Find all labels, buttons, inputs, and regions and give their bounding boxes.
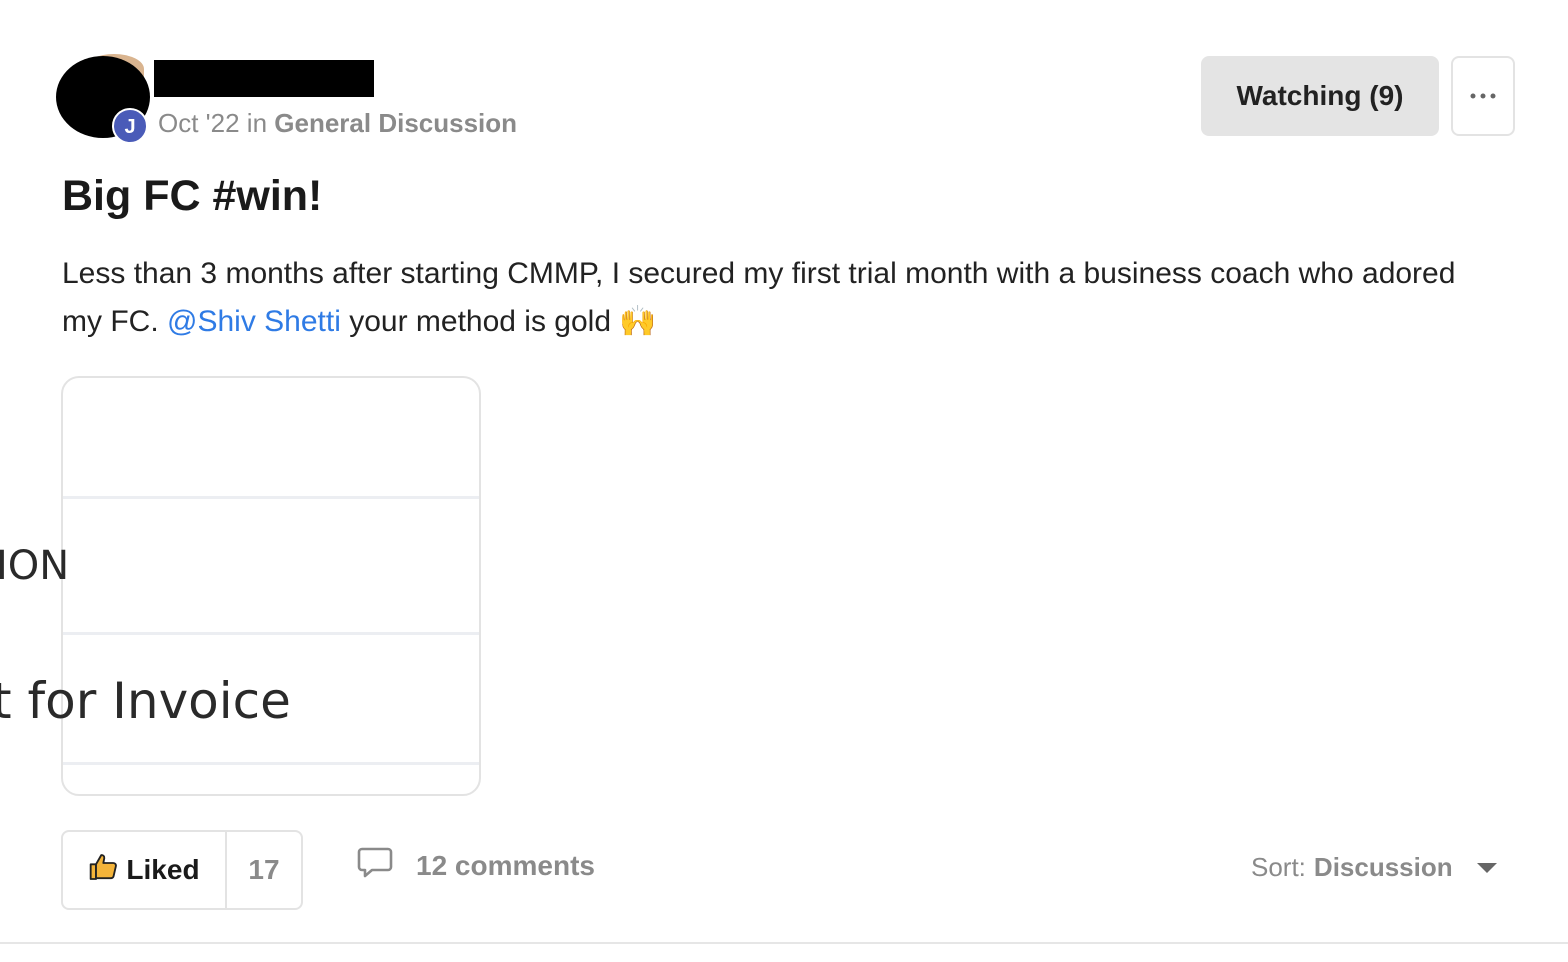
author-name-redacted[interactable] xyxy=(154,60,374,97)
ellipsis-icon xyxy=(1470,93,1496,99)
post-date: Oct '22 xyxy=(158,108,240,138)
post-page: J Oct '22 in General Discussion Watching… xyxy=(0,0,1568,962)
speech-bubble-icon xyxy=(356,846,394,885)
section-divider xyxy=(0,942,1568,944)
comments-count-label: 12 comments xyxy=(416,849,595,881)
attachment-divider xyxy=(63,762,479,765)
sort-dropdown[interactable]: Sort: Discussion xyxy=(1251,852,1497,883)
comments-link[interactable]: 12 comments xyxy=(356,846,595,885)
thumbs-up-icon xyxy=(88,851,120,890)
post-title: Big FC #win! xyxy=(62,172,323,220)
sort-value: Discussion xyxy=(1313,852,1453,882)
like-count[interactable]: 17 xyxy=(227,832,301,908)
post-body: Less than 3 months after starting CMMP, … xyxy=(62,250,1482,346)
attachment-text-invoice: t for Invoice xyxy=(0,672,291,730)
user-mention-link[interactable]: @Shiv Shetti xyxy=(167,305,341,338)
post-attachment-image[interactable] xyxy=(61,376,481,796)
author-level-badge: J xyxy=(112,108,148,144)
more-options-button[interactable] xyxy=(1451,56,1515,136)
like-button[interactable]: Liked xyxy=(63,832,227,908)
caret-down-icon xyxy=(1476,862,1497,873)
watching-button[interactable]: Watching (9) xyxy=(1201,56,1439,136)
post-body-text-2: your method is gold 🙌 xyxy=(340,305,657,338)
post-meta: Oct '22 in General Discussion xyxy=(158,108,517,139)
author-avatar[interactable]: J xyxy=(56,54,152,144)
post-category-link[interactable]: General Discussion xyxy=(274,108,517,138)
like-control: Liked 17 xyxy=(61,830,303,910)
like-button-label: Liked xyxy=(126,854,200,885)
sort-prefix: Sort: xyxy=(1251,852,1306,882)
post-meta-in: in xyxy=(246,108,268,138)
attachment-divider xyxy=(63,496,479,499)
attachment-divider xyxy=(63,632,479,635)
attachment-text-ion: ION xyxy=(0,543,70,589)
